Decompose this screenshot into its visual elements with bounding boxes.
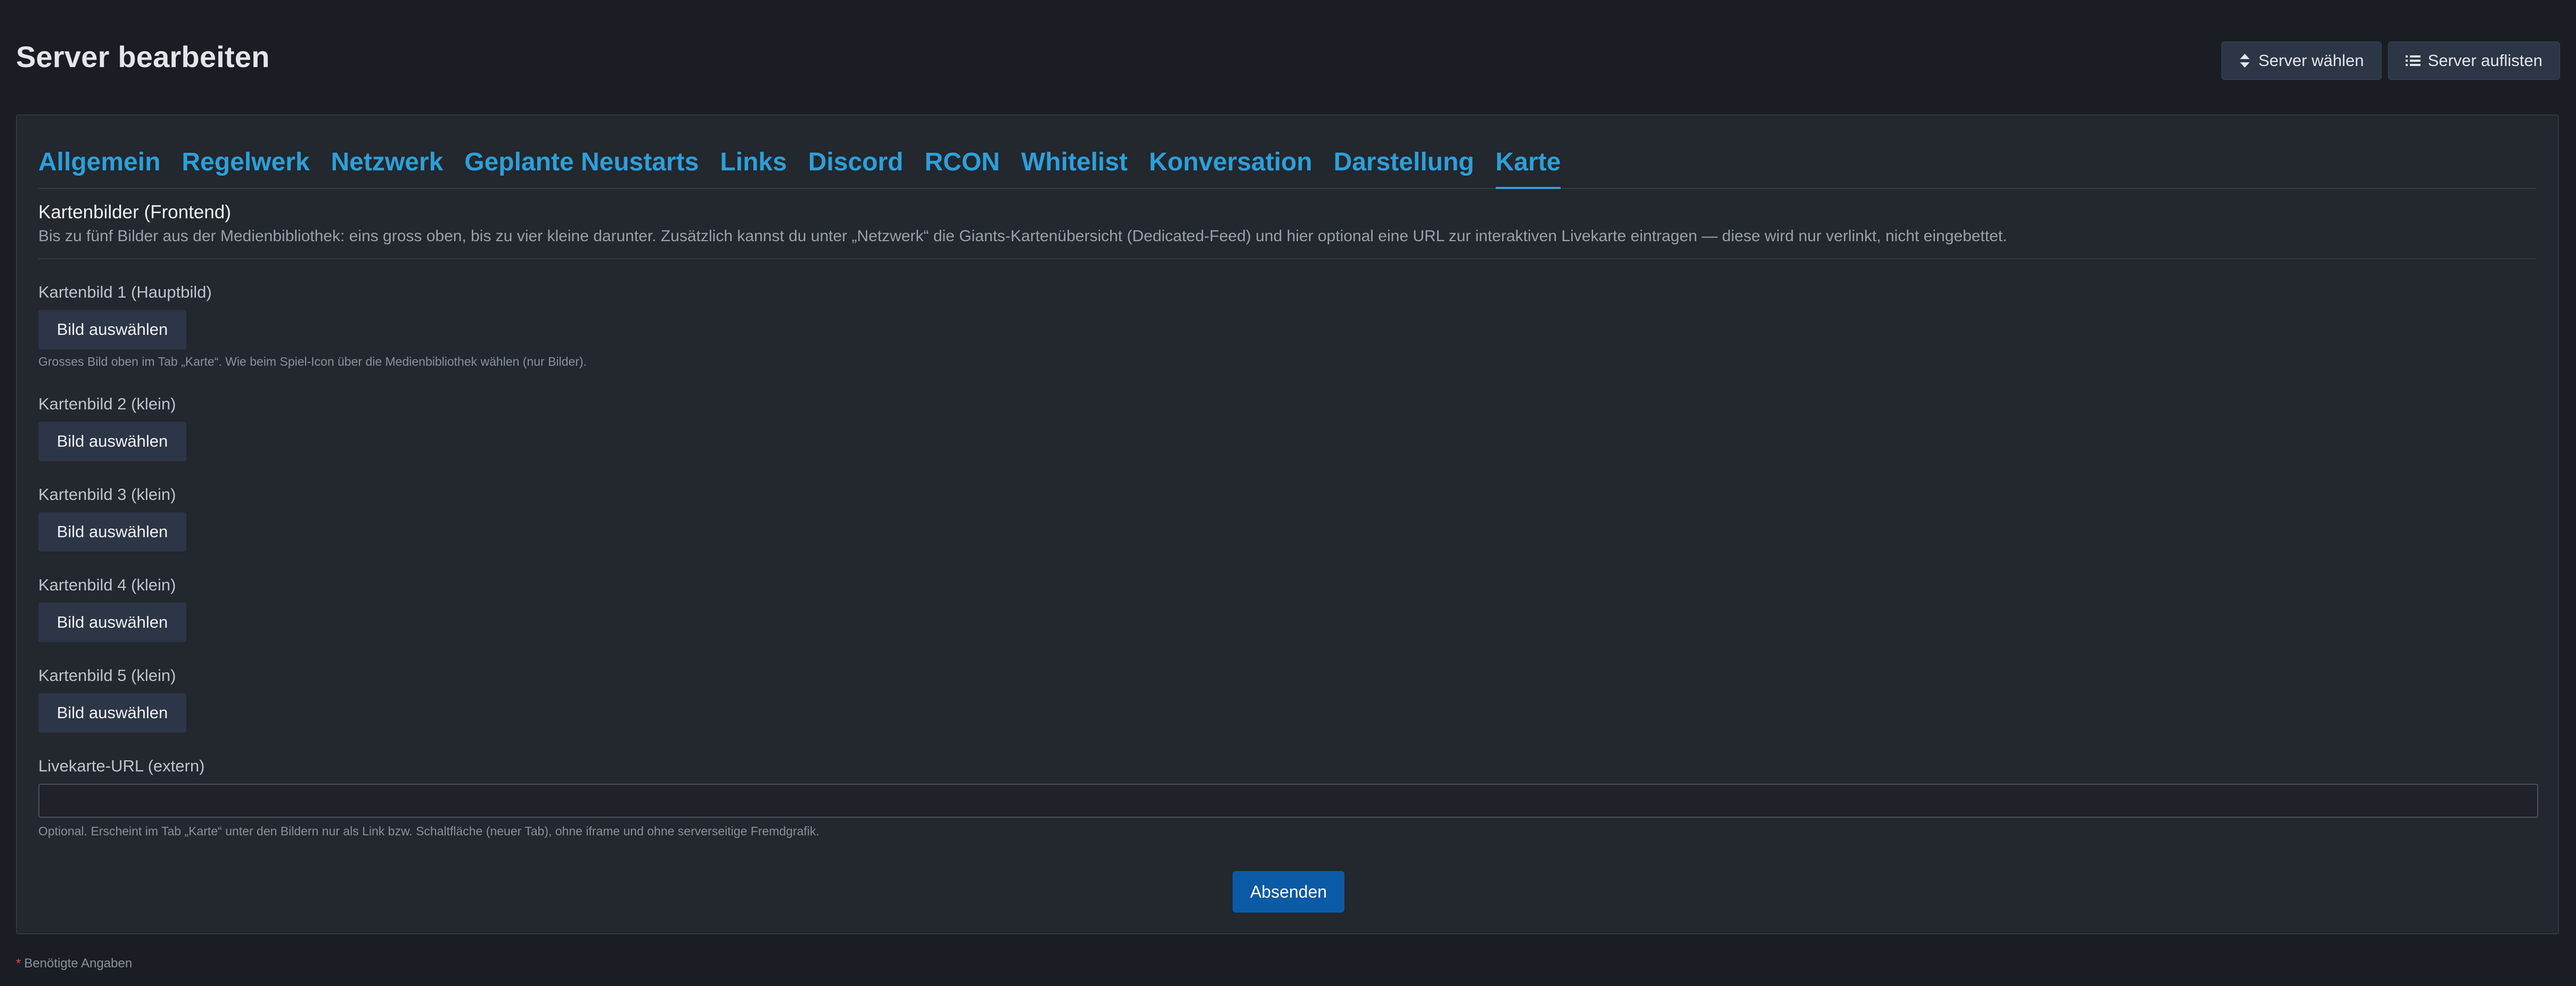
tab-bar: Allgemein Regelwerk Netzwerk Geplante Ne… (38, 141, 2537, 189)
tab-netzwerk[interactable]: Netzwerk (331, 141, 444, 178)
livemap-url-label: Livekarte-URL (extern) (38, 757, 205, 775)
tab-rcon[interactable]: RCON (925, 141, 1000, 178)
required-star: * (16, 956, 21, 971)
image-5-label: Kartenbild 5 (klein) (38, 666, 176, 685)
header-actions: Server wählen Server auflisten (2221, 42, 2560, 80)
required-fields-note: * Benötigte Angaben (16, 956, 132, 971)
livemap-url-input[interactable] (38, 784, 2538, 818)
list-servers-button[interactable]: Server auflisten (2388, 42, 2560, 80)
image-4-label: Kartenbild 4 (klein) (38, 576, 176, 594)
tab-links[interactable]: Links (720, 141, 786, 178)
image-4-select-button[interactable]: Bild auswählen (38, 603, 186, 642)
image-3-label: Kartenbild 3 (klein) (38, 485, 176, 504)
select-server-label: Server wählen (2258, 51, 2364, 70)
image-1-select-button[interactable]: Bild auswählen (38, 310, 186, 349)
image-2-label: Kartenbild 2 (klein) (38, 395, 176, 413)
livemap-url-help: Optional. Erscheint im Tab „Karte“ unter… (38, 824, 819, 838)
image-1-label: Kartenbild 1 (Hauptbild) (38, 283, 212, 301)
tab-regelwerk[interactable]: Regelwerk (182, 141, 309, 178)
image-1-help: Grosses Bild oben im Tab „Karte“. Wie be… (38, 355, 587, 368)
tab-whitelist[interactable]: Whitelist (1021, 141, 1128, 178)
required-note-text: Benötigte Angaben (24, 956, 133, 971)
page-title: Server bearbeiten (16, 40, 270, 73)
edit-form-card: Allgemein Regelwerk Netzwerk Geplante Ne… (16, 114, 2559, 934)
tab-discord[interactable]: Discord (808, 141, 904, 178)
tab-darstellung[interactable]: Darstellung (1334, 141, 1474, 178)
image-2-select-button[interactable]: Bild auswählen (38, 422, 186, 461)
tab-geplante-neustarts[interactable]: Geplante Neustarts (464, 141, 699, 178)
section-title: Kartenbilder (Frontend) (38, 202, 231, 223)
section-description: Bis zu fünf Bilder aus der Medienbibliot… (38, 227, 2007, 245)
select-server-button[interactable]: Server wählen (2221, 42, 2382, 80)
sort-arrows-icon (2239, 53, 2251, 69)
image-5-select-button[interactable]: Bild auswählen (38, 693, 186, 733)
list-servers-label: Server auflisten (2427, 51, 2542, 70)
image-3-select-button[interactable]: Bild auswählen (38, 512, 186, 552)
list-icon (2405, 54, 2421, 67)
tab-allgemein[interactable]: Allgemein (38, 141, 160, 178)
tab-konversation[interactable]: Konversation (1149, 141, 1312, 178)
tab-karte[interactable]: Karte (1495, 141, 1561, 189)
page-header: Server bearbeiten Server wählen Server a… (16, 32, 2560, 85)
submit-button[interactable]: Absenden (1233, 871, 1344, 913)
section-divider (38, 258, 2537, 259)
